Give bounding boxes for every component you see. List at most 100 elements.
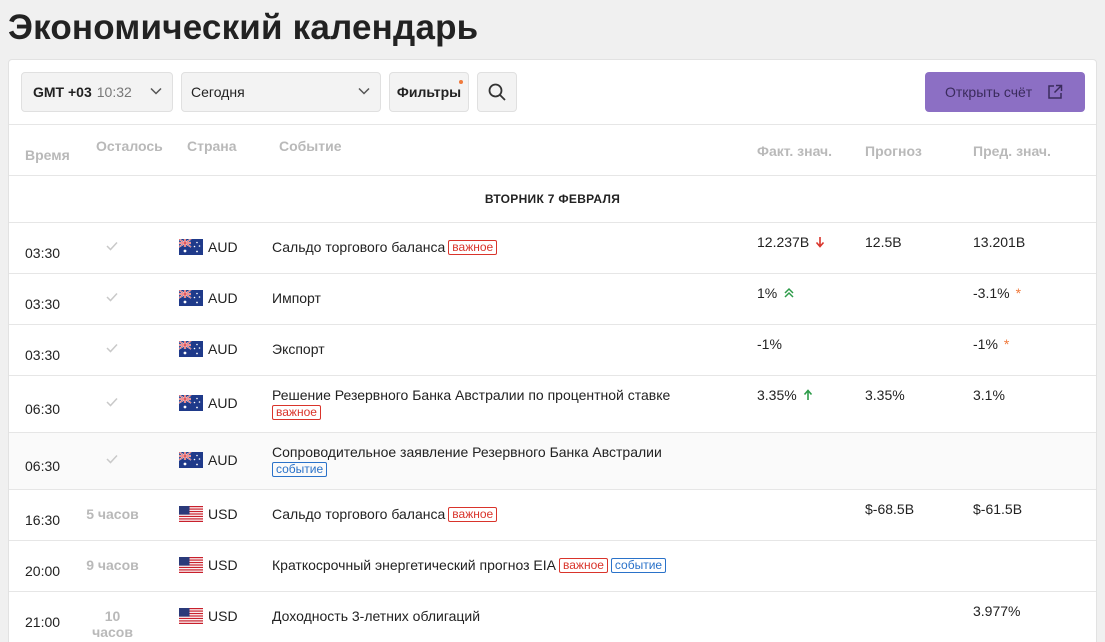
event-title: Сальдо торгового баланса	[272, 239, 446, 255]
currency-code: USD	[208, 608, 238, 624]
usa-flag-icon	[179, 608, 203, 624]
previous-value: 3.1%	[973, 387, 1005, 403]
chevron-down-icon	[150, 87, 162, 95]
event-time: 06:30	[25, 401, 61, 417]
australia-flag-icon	[179, 452, 203, 468]
column-forecast: Прогноз	[865, 143, 922, 159]
important-badge: важное	[448, 507, 498, 522]
column-time: Время	[25, 147, 70, 163]
check-icon	[106, 454, 118, 464]
table-row[interactable]: 03:30 AUD Экспорт -1% -1% *	[9, 325, 1096, 376]
actual-text: 12.237B	[757, 234, 810, 250]
event-badge: событие	[272, 462, 328, 477]
table-row[interactable]: 06:30 AUD Сопроводительное заявление Рез…	[9, 433, 1096, 490]
day-header: ВТОРНИК 7 ФЕВРАЛЯ	[9, 176, 1096, 223]
filters-label: Фильтры	[396, 84, 462, 100]
chevron-down-icon	[358, 87, 370, 95]
event-name[interactable]: Импорт	[272, 290, 752, 307]
toolbar: GMT +03 10:32 Сегодня Фильтры Открыть сч…	[9, 60, 1096, 125]
important-badge: важное	[272, 405, 321, 420]
event-time: 16:30	[25, 512, 61, 528]
table-row[interactable]: 20:00 9 часов USD Краткосрочный энергети…	[9, 541, 1096, 592]
event-title: Сопроводительное заявление Резервного Ба…	[272, 444, 662, 460]
actual-value: 1%	[757, 285, 795, 301]
currency-code: AUD	[208, 239, 238, 255]
country: AUD	[179, 341, 238, 357]
australia-flag-icon	[179, 341, 203, 357]
table-row[interactable]: 03:30 AUD Импорт 1% -3.1% *	[9, 274, 1096, 325]
search-icon	[488, 83, 506, 101]
table-row[interactable]: 03:30 AUD Сальдо торгового баланса важное…	[9, 223, 1096, 274]
revised-mark: *	[1003, 336, 1010, 352]
column-previous: Пред. знач.	[973, 143, 1051, 159]
double-up-arrow-icon	[784, 287, 794, 298]
event-time: 03:30	[25, 296, 61, 312]
australia-flag-icon	[179, 239, 203, 255]
table-row[interactable]: 16:30 5 часов USD Сальдо торгового балан…	[9, 490, 1096, 541]
country: USD	[179, 506, 238, 522]
event-time: 21:00	[25, 614, 61, 630]
event-name[interactable]: Доходность 3-летних облигаций	[272, 608, 752, 625]
column-country: Страна	[187, 138, 237, 154]
date-select-label: Сегодня	[191, 84, 245, 100]
forecast-value: $-68.5B	[865, 501, 915, 517]
usa-flag-icon	[179, 557, 203, 573]
actual-value: -1%	[757, 336, 782, 352]
actual-text: 1%	[757, 285, 778, 301]
country: USD	[179, 608, 238, 624]
page-title: Экономический календарь	[8, 8, 479, 47]
event-badge: событие	[610, 558, 667, 573]
country: AUD	[179, 452, 238, 468]
usa-flag-icon	[179, 506, 203, 522]
event-name[interactable]: Сальдо торгового баланса важное	[272, 239, 752, 256]
country: AUD	[179, 290, 238, 306]
check-icon	[106, 397, 118, 407]
actual-text: 3.35%	[757, 387, 797, 403]
open-account-label: Открыть счёт	[945, 84, 1033, 100]
previous-value: 3.977%	[973, 603, 1021, 619]
day-header-label: ВТОРНИК 7 ФЕВРАЛЯ	[484, 192, 621, 206]
table-row[interactable]: 21:00 10 часов USD Доходность 3-летних о…	[9, 592, 1096, 642]
currency-code: USD	[208, 557, 238, 573]
current-time: 10:32	[96, 84, 132, 100]
country: USD	[179, 557, 238, 573]
time-remaining: 5 часов	[86, 506, 139, 522]
important-badge: важное	[448, 240, 498, 255]
open-account-button[interactable]: Открыть счёт	[925, 72, 1085, 112]
table-row[interactable]: 06:30 AUD Решение Резервного Банка Австр…	[9, 376, 1096, 433]
column-event: Событие	[279, 138, 342, 154]
column-actual: Факт. знач.	[757, 143, 833, 159]
event-name[interactable]: Сопроводительное заявление Резервного Ба…	[272, 444, 752, 478]
up-arrow-icon	[803, 389, 812, 400]
actual-value: 3.35%	[757, 387, 813, 403]
previous-value: $-61.5B	[973, 501, 1023, 517]
previous-value: 13.201B	[973, 234, 1026, 250]
event-title: Краткосрочный энергетический прогноз EIA	[272, 557, 556, 573]
event-time: 03:30	[25, 245, 61, 261]
event-title: Экспорт	[272, 341, 325, 357]
timezone-label: GMT +03	[33, 84, 92, 100]
previous-text: -3.1%	[973, 285, 1010, 301]
event-name[interactable]: Краткосрочный энергетический прогноз EIA…	[272, 557, 752, 574]
event-name[interactable]: Экспорт	[272, 341, 752, 358]
currency-code: AUD	[208, 341, 238, 357]
actual-text: -1%	[757, 336, 782, 352]
australia-flag-icon	[179, 395, 203, 411]
check-icon	[106, 292, 118, 302]
filters-button[interactable]: Фильтры	[389, 72, 469, 112]
previous-value: -1% *	[973, 336, 1009, 352]
timezone-select[interactable]: GMT +03 10:32	[21, 72, 173, 112]
date-select[interactable]: Сегодня	[181, 72, 381, 112]
time-remaining: 9 часов	[86, 557, 139, 573]
column-remaining: Осталось	[96, 138, 163, 154]
filters-active-dot	[459, 80, 463, 84]
country: AUD	[179, 395, 238, 411]
event-name[interactable]: Сальдо торгового баланса важное	[272, 506, 752, 523]
australia-flag-icon	[179, 290, 203, 306]
important-badge: важное	[559, 558, 608, 573]
event-title: Решение Резервного Банка Австралии по пр…	[272, 387, 671, 403]
external-link-icon	[1048, 84, 1063, 99]
event-time: 03:30	[25, 347, 61, 363]
search-button[interactable]	[477, 72, 517, 112]
event-name[interactable]: Решение Резервного Банка Австралии по пр…	[272, 387, 752, 421]
